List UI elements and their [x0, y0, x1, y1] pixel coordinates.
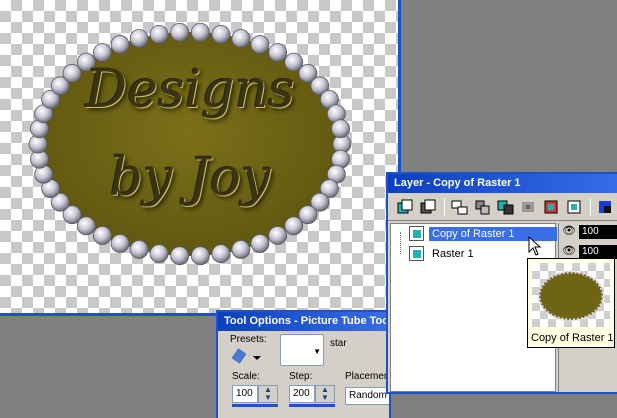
tool-options-palette: Tool Options - Picture Tube Tool Presets…	[216, 310, 391, 418]
preview-badge	[537, 270, 605, 322]
step-label: Step:	[289, 371, 313, 382]
gem	[268, 226, 288, 245]
new-group-icon[interactable]	[450, 198, 469, 216]
gem	[110, 35, 130, 54]
placement-select[interactable]: Random	[345, 387, 389, 405]
tube-name: star	[330, 338, 347, 349]
presets-brush-icon	[231, 348, 261, 364]
raster-layer-icon	[409, 246, 424, 261]
scale-spinner[interactable]: ▲ ▼	[258, 385, 278, 403]
image-window: Designs by Joy	[0, 0, 401, 316]
gem	[231, 240, 251, 259]
new-vector-layer-icon[interactable]	[419, 198, 438, 216]
scale-input[interactable]: 100	[232, 385, 258, 403]
layer-opacity-bar[interactable]: 100	[579, 245, 617, 259]
visibility-eye-icon[interactable]: 👁	[562, 226, 577, 237]
gem	[284, 216, 304, 236]
toolbar-separator	[444, 198, 445, 216]
presets-button[interactable]	[230, 346, 264, 366]
scale-label: Scale:	[232, 371, 260, 382]
visibility-eye-icon[interactable]: 👁	[562, 246, 577, 257]
step-slider[interactable]	[289, 404, 335, 407]
tool-options-title[interactable]: Tool Options - Picture Tube Tool	[218, 312, 389, 331]
gem	[250, 35, 270, 54]
badge-text-line2: by Joy	[109, 148, 271, 208]
gem	[170, 246, 190, 266]
gem	[231, 29, 251, 48]
gem	[129, 29, 149, 48]
gem	[211, 244, 231, 264]
placement-label: Placement	[345, 371, 391, 382]
tube-selector[interactable]: ▼	[280, 334, 324, 366]
layer-name[interactable]: Raster 1	[429, 247, 477, 261]
layer-palette-title[interactable]: Layer - Copy of Raster 1	[388, 174, 617, 193]
toolbar-separator	[590, 198, 591, 216]
gem	[92, 226, 112, 245]
layer-properties-icon[interactable]	[565, 198, 584, 216]
image-canvas[interactable]: Designs by Joy	[0, 0, 398, 313]
designs-by-joy-badge: Designs by Joy	[22, 22, 358, 266]
adjustment-layer-icon[interactable]	[473, 198, 492, 216]
presets-label: Presets:	[230, 334, 267, 345]
link-layer-icon[interactable]	[519, 198, 538, 216]
gem	[250, 234, 270, 253]
gem	[170, 22, 190, 42]
new-raster-layer-icon[interactable]	[396, 198, 415, 216]
delete-layer-icon[interactable]	[542, 198, 561, 216]
gem	[110, 234, 130, 253]
step-spinner[interactable]: ▲ ▼	[315, 385, 335, 403]
tube-dropdown-arrow-icon: ▼	[313, 347, 321, 356]
layer-thumbnail-tooltip: Copy of Raster 1	[527, 258, 615, 348]
badge-text-line1: Designs	[85, 60, 295, 120]
layer-thumbnail-preview	[532, 263, 610, 327]
mouse-pointer-icon	[528, 235, 542, 256]
layer-opacity-bar[interactable]: 100	[579, 225, 617, 239]
gem	[149, 24, 169, 44]
gem	[129, 240, 149, 259]
gem	[331, 119, 350, 139]
mask-layer-icon[interactable]	[496, 198, 515, 216]
blend-mode-icon[interactable]	[596, 198, 615, 216]
badge-graphic	[28, 22, 352, 266]
gem	[149, 244, 169, 264]
scale-slider[interactable]	[232, 404, 278, 407]
gem	[190, 22, 210, 42]
tooltip-caption: Copy of Raster 1	[531, 332, 614, 344]
gem	[268, 43, 288, 62]
layer-toolbar	[388, 193, 617, 221]
gem	[190, 246, 210, 266]
step-input[interactable]: 200	[289, 385, 315, 403]
raster-layer-icon	[409, 226, 424, 241]
gem	[92, 43, 112, 62]
gem	[211, 24, 231, 44]
